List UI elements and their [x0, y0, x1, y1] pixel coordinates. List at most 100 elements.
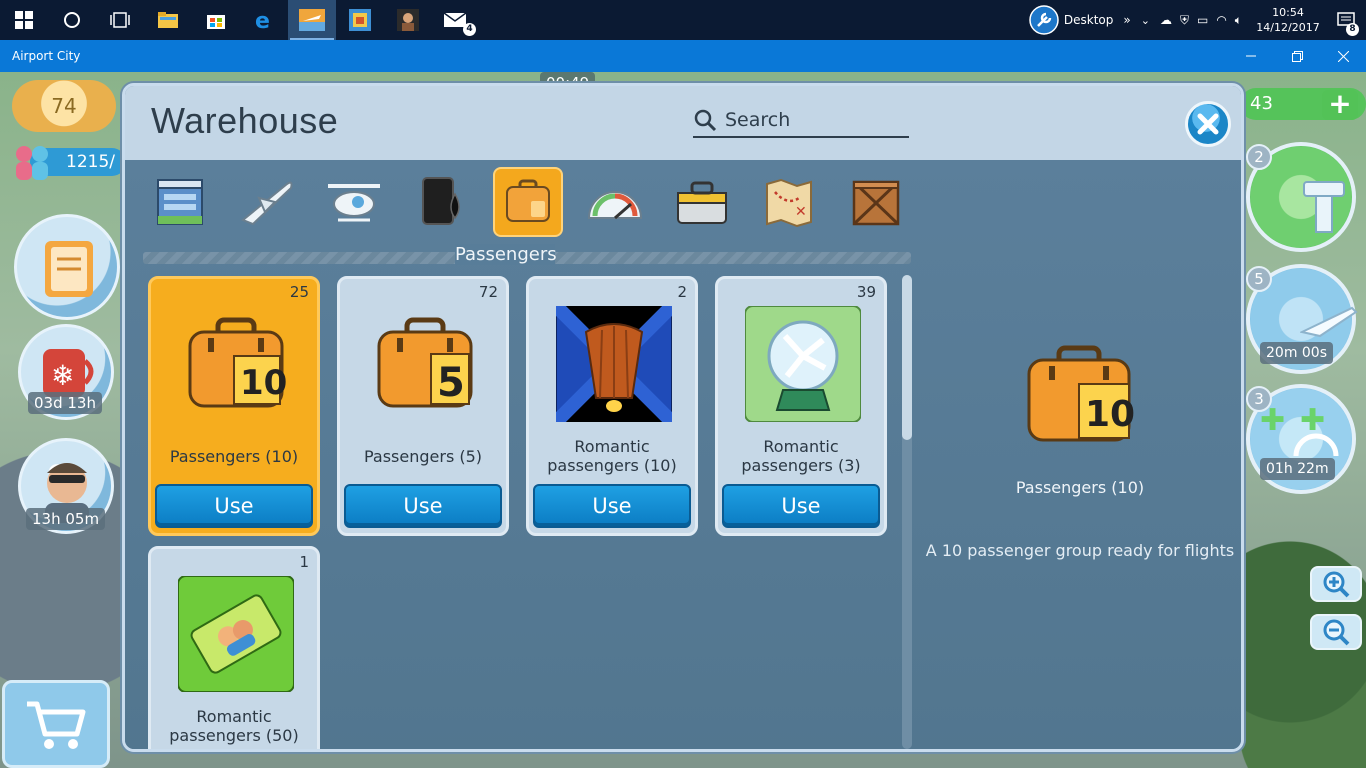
taskbar-edge[interactable]: e	[240, 0, 288, 40]
selected-item-name: Passengers (10)	[1015, 478, 1145, 497]
dialog-title: Warehouse	[151, 100, 339, 141]
use-button[interactable]: Use	[722, 484, 880, 528]
tower-count-badge: 2	[1246, 144, 1272, 170]
svg-text:e: e	[255, 9, 270, 31]
restore-button[interactable]	[1274, 40, 1320, 72]
flights-count-badge: 5	[1246, 266, 1272, 292]
item-card[interactable]: 72 5 Passengers (5) Use	[337, 276, 509, 536]
use-button[interactable]: Use	[155, 484, 313, 528]
search-icon[interactable]	[693, 108, 717, 132]
notebook-icon	[45, 241, 93, 297]
shop-button[interactable]	[2, 680, 110, 768]
toolbar-expand-icon[interactable]: »	[1123, 13, 1130, 27]
close-window-button[interactable]	[1320, 40, 1366, 72]
event-timer: 03d 13h	[28, 392, 102, 414]
hidden-icons-chevron-icon[interactable]: ⌄	[1141, 14, 1150, 27]
onedrive-cloud-icon[interactable]: ☁	[1160, 13, 1172, 27]
mail-badge: 4	[463, 23, 476, 36]
use-button[interactable]: Use	[533, 484, 691, 528]
close-window-icon	[1337, 50, 1349, 62]
edge-browser-icon: e	[255, 9, 270, 31]
category-tabs: ✕	[145, 167, 911, 237]
task-view-button[interactable]	[96, 0, 144, 40]
building-icon	[157, 179, 203, 225]
tab-maps[interactable]: ✕	[754, 167, 824, 237]
item-name: Passengers (5)	[363, 447, 483, 466]
dialog-header: Warehouse	[125, 86, 1241, 160]
tab-helicopters[interactable]	[319, 167, 389, 237]
minimize-icon	[1246, 55, 1256, 57]
character-timer: 13h 05m	[26, 508, 106, 530]
svg-text:10: 10	[1085, 394, 1135, 435]
desktop-toolbar-label[interactable]: Desktop	[1064, 13, 1114, 27]
task-view-icon	[110, 12, 130, 28]
search-box[interactable]	[693, 104, 909, 138]
tab-passengers[interactable]	[493, 167, 563, 237]
item-scrollbar[interactable]	[902, 275, 912, 749]
wifi-icon[interactable]: ◠	[1216, 13, 1226, 27]
dialog-body: ✕ Passengers 25 10 Passengers (10) Use 7…	[125, 160, 1241, 749]
taskbar-photo-app[interactable]	[384, 0, 432, 40]
scrollbar-thumb[interactable]	[902, 275, 912, 440]
defender-shield-icon[interactable]: ⛨	[1180, 13, 1189, 28]
tray-tools-button[interactable]	[1024, 0, 1064, 40]
search-input[interactable]	[725, 109, 895, 131]
item-count: 72	[478, 283, 498, 301]
tab-buildings[interactable]	[145, 167, 215, 237]
tab-boosters[interactable]	[580, 167, 650, 237]
airplane-icon	[1300, 306, 1358, 338]
taskbar-game-app[interactable]	[336, 0, 384, 40]
tab-planes[interactable]	[232, 167, 302, 237]
tab-tools[interactable]	[667, 167, 737, 237]
action-center-button[interactable]: 8	[1326, 0, 1366, 40]
sky-lantern-icon	[555, 305, 673, 423]
item-count: 39	[856, 283, 876, 301]
taskbar-clock[interactable]: 10:54 14/12/2017	[1250, 5, 1326, 35]
zoom-out-button[interactable]	[1310, 614, 1362, 650]
cortana-button[interactable]	[48, 0, 96, 40]
minimize-button[interactable]	[1228, 40, 1274, 72]
item-detail-panel: 10 Passengers (10) A 10 passenger group …	[917, 340, 1241, 560]
item-name: Romantic passengers (50)	[169, 707, 299, 745]
player-level: 74	[51, 94, 77, 118]
battery-icon[interactable]: ▭	[1197, 13, 1208, 27]
zoom-out-icon	[1323, 619, 1350, 646]
section-label: Passengers	[455, 244, 557, 265]
use-button[interactable]: Use	[344, 484, 502, 528]
item-card[interactable]: 2 Romantic passengers (10) Use	[526, 276, 698, 536]
add-coins-button[interactable]: +	[1322, 90, 1358, 120]
app-title: Airport City	[12, 49, 81, 63]
wooden-crate-icon	[852, 180, 900, 226]
item-card[interactable]: 39 Romantic passengers (3) Use	[715, 276, 887, 536]
taskbar-file-explorer[interactable]	[144, 0, 192, 40]
close-dialog-button[interactable]	[1185, 101, 1231, 147]
item-card[interactable]: 25 10 Passengers (10) Use	[148, 276, 320, 536]
suitcase-10-icon: 10	[1027, 345, 1135, 442]
notebook-bubble[interactable]	[14, 214, 120, 320]
helicopter-icon	[328, 184, 380, 222]
item-name: Romantic passengers (3)	[741, 437, 861, 475]
volume-icon[interactable]: 🔈︎	[1235, 13, 1242, 28]
tab-crates[interactable]	[841, 167, 911, 237]
taskbar-mail[interactable]: 4	[432, 0, 480, 40]
item-card[interactable]: 1 Romantic passengers (50)	[148, 546, 320, 749]
store-bag-icon	[207, 15, 225, 29]
tab-fuel[interactable]	[406, 167, 476, 237]
taskbar-store[interactable]	[192, 0, 240, 40]
warehouse-dialog: Warehouse Search ✕ Passengers 25 10 Pass…	[122, 83, 1244, 752]
windows-taskbar: e 4 Desktop » ⌄ ☁ ⛨ ▭ ◠ 🔈︎ 10:54 14/12/2…	[0, 0, 1366, 40]
item-count: 2	[677, 283, 687, 301]
flights-timer: 20m 00s	[1260, 342, 1334, 364]
passengers-people-icon	[16, 146, 48, 180]
control-tower-icon	[1303, 181, 1345, 233]
folder-icon	[158, 12, 178, 28]
shopping-cart-icon	[27, 701, 86, 749]
passenger-count: 1215/	[66, 152, 115, 172]
zoom-in-button[interactable]	[1310, 566, 1362, 602]
player-level-badge[interactable]: 74	[12, 80, 116, 132]
restore-icon	[1291, 50, 1303, 62]
plus-boost-icon: ✚ ✚	[1260, 403, 1339, 457]
oil-barrel-icon	[422, 177, 460, 225]
start-button[interactable]	[0, 0, 48, 40]
taskbar-airport-city[interactable]	[288, 0, 336, 40]
